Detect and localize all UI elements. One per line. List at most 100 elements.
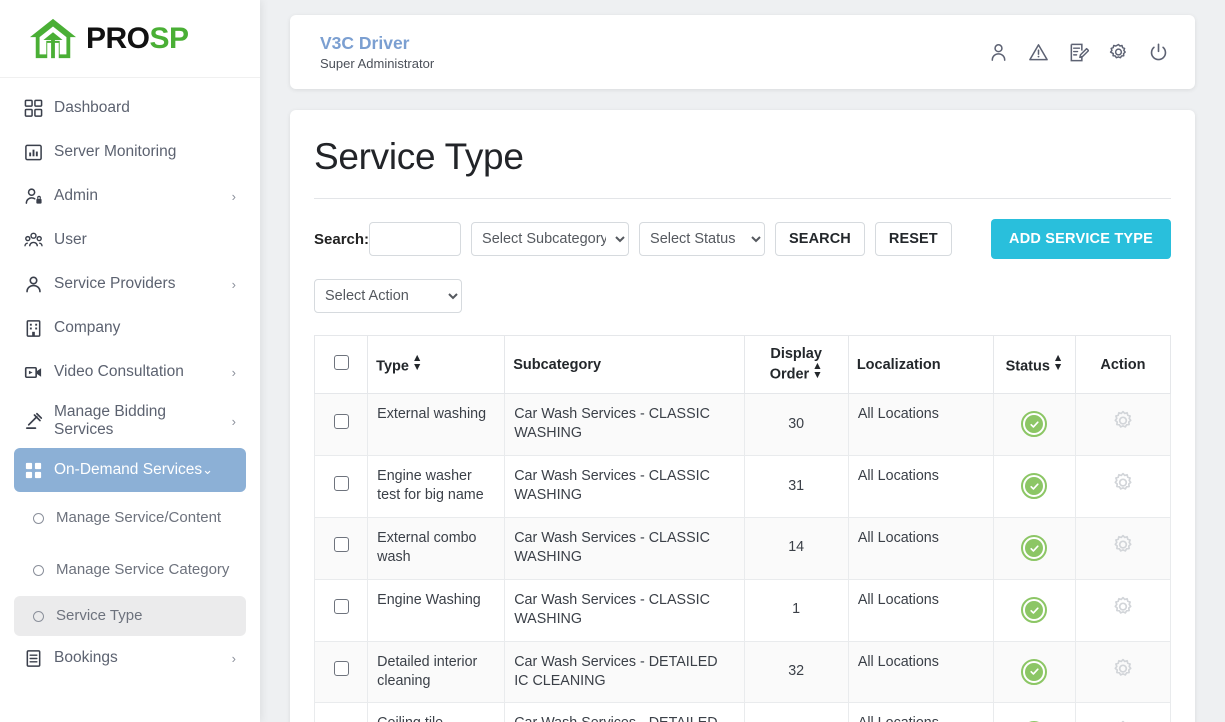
sidebar-item-label: User	[54, 231, 87, 249]
subcategory-select[interactable]: Select Subcategory	[471, 222, 630, 256]
sidebar-item-label: Admin	[54, 187, 98, 205]
table-row[interactable]: Ceiling tile cleaning Car Wash Services …	[313, 702, 1172, 722]
row-display-order: 33	[743, 702, 849, 722]
gear-icon[interactable]	[1111, 657, 1135, 681]
gear-icon[interactable]	[1108, 42, 1129, 63]
service-type-table-wrap: Type ▲ ▼ Subcategory Display Order ▲ ▼ Local…	[313, 335, 1172, 722]
status-header-label: Status	[1005, 358, 1050, 375]
status-header[interactable]: Status ▲ ▼	[993, 335, 1076, 394]
row-localization: All Locations	[847, 393, 995, 456]
row-display-order: 32	[743, 640, 849, 704]
row-subcategory: Car Wash Services - CLASSIC WASHING	[504, 516, 745, 580]
sidebar-item-manage-bidding-services[interactable]: Manage Bidding Services ›	[14, 394, 246, 448]
chevron-right-icon: ›	[231, 276, 236, 292]
service-type-table: Type ▲ ▼ Subcategory Display Order ▲ ▼ Local…	[313, 335, 1172, 722]
type-header-label: Type	[376, 358, 409, 375]
row-subcategory: Car Wash Services - DETAILED IC CLEANING	[504, 640, 745, 704]
table-row[interactable]: Engine Washing Car Wash Services - CLASS…	[313, 578, 1172, 642]
table-header-row: Type ▲ ▼ Subcategory Display Order ▲ ▼ Local…	[313, 335, 1172, 394]
status-active-icon	[1021, 597, 1048, 624]
edit-document-icon[interactable]	[1068, 42, 1089, 63]
sidebar-item-label: Manage Service/Content	[56, 509, 222, 527]
status-active-icon	[1021, 658, 1048, 685]
row-localization: All Locations	[847, 516, 995, 580]
person-icon[interactable]	[988, 42, 1009, 63]
table-row[interactable]: External washing Car Wash Services - CLA…	[313, 393, 1172, 456]
row-select-cell	[313, 454, 369, 518]
sidebar-item-dashboard[interactable]: Dashboard	[14, 86, 246, 130]
house-icon	[30, 18, 76, 58]
gear-icon[interactable]	[1111, 533, 1135, 557]
bulk-action-select[interactable]: Select Action	[314, 279, 462, 313]
row-status-cell	[993, 578, 1076, 642]
status-active-icon	[1021, 411, 1048, 438]
row-checkbox[interactable]	[333, 475, 349, 491]
sidebar-item-admin[interactable]: Admin ›	[14, 174, 246, 218]
row-checkbox[interactable]	[333, 413, 349, 429]
sort-icon: ▲ ▼	[411, 352, 423, 373]
sidebar-item-user[interactable]: User	[14, 218, 246, 262]
action-header: Action	[1074, 335, 1172, 394]
sidebar-item-bookings[interactable]: Bookings ›	[14, 636, 246, 680]
brand-logo[interactable]: PROSP	[0, 0, 260, 78]
gear-icon[interactable]	[1111, 719, 1135, 722]
search-input[interactable]	[369, 222, 462, 256]
sidebar-item-server-monitoring[interactable]: Server Monitoring	[14, 130, 246, 174]
sort-icon: ▲ ▼	[1052, 352, 1064, 373]
row-status-cell	[993, 454, 1076, 518]
row-action-cell	[1074, 516, 1172, 580]
row-checkbox[interactable]	[333, 661, 349, 677]
display-order-header[interactable]: Display Order ▲ ▼	[743, 335, 849, 394]
chevron-right-icon: ›	[231, 364, 236, 380]
topbar-user-block: V3C Driver Super Administrator	[320, 33, 434, 71]
power-icon[interactable]	[1148, 42, 1169, 63]
sidebar-item-on-demand-services[interactable]: On-Demand Services ⌄	[14, 448, 246, 492]
sidebar-item-service-type[interactable]: Service Type	[14, 596, 246, 636]
type-header[interactable]: Type ▲ ▼	[367, 335, 506, 394]
status-select[interactable]: Select Status	[639, 222, 766, 256]
sidebar-item-label: Server Monitoring	[54, 143, 177, 161]
page-title: Service Type	[314, 136, 1171, 199]
sidebar-item-label: Bookings	[54, 649, 118, 667]
reset-button[interactable]: RESET	[874, 222, 952, 256]
row-select-cell	[313, 702, 369, 722]
table-row[interactable]: External combo wash Car Wash Services - …	[313, 516, 1172, 580]
filter-toolbar: Search: Select Subcategory Select Status…	[314, 219, 1171, 259]
gear-icon[interactable]	[1111, 595, 1135, 619]
sort-icon: ▲ ▼	[812, 360, 823, 381]
row-type: External combo wash	[367, 516, 506, 580]
video-camera-icon	[24, 363, 54, 382]
sidebar-item-manage-service-category[interactable]: Manage Service Category	[14, 544, 246, 596]
user-icon	[24, 275, 54, 294]
table-row[interactable]: Detailed interior cleaning Car Wash Serv…	[313, 640, 1172, 704]
action-header-label: Action	[1100, 356, 1146, 373]
warning-triangle-icon[interactable]	[1028, 42, 1049, 63]
sidebar: PROSP Dashboard Server Monitoring Admin …	[0, 0, 260, 722]
gear-icon[interactable]	[1111, 409, 1135, 433]
list-document-icon	[24, 649, 54, 668]
row-localization: All Locations	[847, 640, 995, 704]
sidebar-item-service-providers[interactable]: Service Providers ›	[14, 262, 246, 306]
row-checkbox[interactable]	[333, 599, 349, 615]
users-group-icon	[24, 231, 54, 250]
add-service-type-button[interactable]: ADD SERVICE TYPE	[991, 219, 1171, 259]
row-status-cell	[993, 702, 1076, 722]
sidebar-item-video-consultation[interactable]: Video Consultation ›	[14, 350, 246, 394]
row-type: Engine Washing	[367, 578, 506, 642]
row-localization: All Locations	[847, 702, 995, 722]
sidebar-item-company[interactable]: Company	[14, 306, 246, 350]
select-all-checkbox[interactable]	[333, 355, 349, 370]
row-type: External washing	[367, 393, 506, 456]
sidebar-item-label: Dashboard	[54, 99, 130, 117]
row-checkbox[interactable]	[333, 537, 349, 553]
table-row[interactable]: Engine washer test for big name Car Wash…	[313, 454, 1172, 518]
row-action-cell	[1074, 640, 1172, 704]
search-label: Search:	[314, 230, 370, 248]
sidebar-item-manage-service-content[interactable]: Manage Service/Content	[14, 492, 246, 544]
row-action-cell	[1074, 702, 1172, 722]
row-type: Ceiling tile cleaning	[367, 702, 506, 722]
gear-icon[interactable]	[1111, 471, 1135, 495]
search-button[interactable]: SEARCH	[775, 222, 865, 256]
circle-dot-icon	[33, 564, 44, 576]
row-subcategory: Car Wash Services - CLASSIC WASHING	[504, 454, 745, 518]
